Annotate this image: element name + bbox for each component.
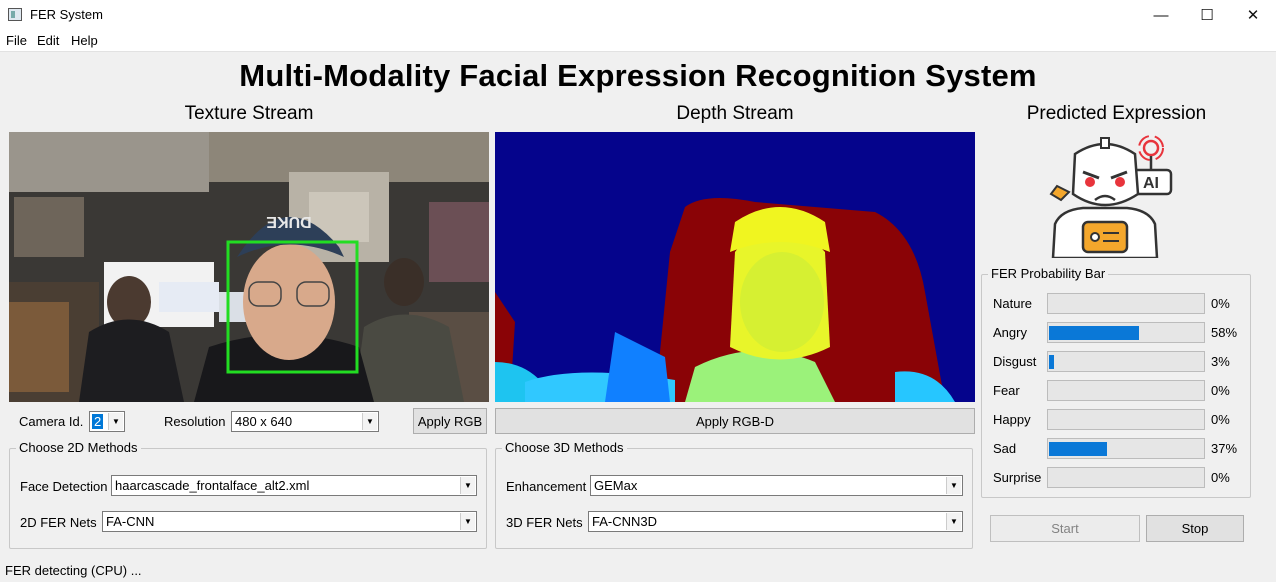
prob-pct-sad: 37% [1211, 441, 1238, 456]
prob-bar-nature [1047, 293, 1205, 314]
texture-stream-image: DUKE [9, 132, 489, 402]
start-button[interactable]: Start [990, 515, 1140, 542]
chevron-down-icon: ▼ [460, 477, 475, 494]
maximize-icon: ☐ [1200, 7, 1214, 24]
menu-file[interactable]: File [6, 33, 27, 48]
prob-bar-sad [1047, 438, 1205, 459]
enhancement-select[interactable]: GEMax ▼ [590, 475, 963, 496]
maximize-button[interactable]: ☐ [1184, 0, 1230, 30]
methods-3d-group: Choose 3D Methods Enhancement GEMax ▼ 3D… [495, 440, 973, 549]
fer-probability-group: FER Probability Bar Nature 0% Angry 58% Disg… [981, 266, 1251, 498]
resolution-label: Resolution [164, 414, 226, 429]
menu-help[interactable]: Help [71, 33, 98, 48]
prob-label-angry: Angry [993, 325, 1027, 340]
chevron-down-icon: ▼ [362, 413, 377, 430]
prob-bar-happy [1047, 409, 1205, 430]
prob-bar-fear [1047, 380, 1205, 401]
apply-rgbd-button[interactable]: Apply RGB-D [495, 408, 975, 434]
chevron-down-icon: ▼ [946, 477, 961, 494]
prob-label-fear: Fear [993, 383, 1020, 398]
prob-label-disgust: Disgust [993, 354, 1037, 369]
close-icon: ✕ [1246, 7, 1260, 24]
prob-pct-nature: 0% [1211, 296, 1230, 311]
predicted-expression-title: Predicted Expression [1026, 103, 1207, 124]
prob-fill-disgust [1049, 355, 1054, 369]
app-icon [8, 8, 22, 21]
depth-stream-title: Depth Stream [676, 103, 794, 124]
face-detection-select[interactable]: haarcascade_frontalface_alt2.xml ▼ [111, 475, 477, 496]
prob-pct-surprise: 0% [1211, 470, 1230, 485]
prob-pct-angry: 58% [1211, 325, 1238, 340]
prob-pct-disgust: 3% [1211, 354, 1230, 369]
fer-2d-net-label: 2D FER Nets [20, 515, 97, 530]
camera-id-label: Camera Id. [19, 414, 84, 429]
chevron-down-icon: ▼ [946, 513, 961, 530]
prediction-icon-area: AI [1043, 134, 1173, 260]
fer-3d-net-select[interactable]: FA-CNN3D ▼ [588, 511, 963, 532]
main-title: Multi-Modality Facial Expression Recogni… [239, 58, 1037, 93]
texture-stream-view: DUKE [9, 132, 489, 402]
methods-3d-title: Choose 3D Methods [502, 440, 627, 455]
prob-fill-sad [1049, 442, 1107, 456]
status-text: FER detecting (CPU) ... [5, 563, 142, 578]
status-bar: FER detecting (CPU) ... [0, 560, 1276, 582]
texture-stream-title: Texture Stream [184, 103, 314, 124]
fer-2d-net-select[interactable]: FA-CNN ▼ [102, 511, 477, 532]
prob-bar-surprise [1047, 467, 1205, 488]
prob-label-happy: Happy [993, 412, 1031, 427]
prob-label-nature: Nature [993, 296, 1033, 311]
close-button[interactable]: ✕ [1230, 0, 1276, 30]
fer-probability-title: FER Probability Bar [988, 266, 1109, 281]
cap-logo: DUKE [266, 213, 312, 230]
title-bar: FER System — ☐ ✕ [0, 0, 1276, 30]
prob-fill-angry [1049, 326, 1139, 340]
window-title: FER System [30, 7, 103, 22]
stop-button[interactable]: Stop [1146, 515, 1244, 542]
prob-bar-disgust [1047, 351, 1205, 372]
angry-robot-icon: AI [1049, 135, 1173, 260]
depth-stream-view [495, 132, 975, 402]
apply-rgb-button[interactable]: Apply RGB [413, 408, 487, 434]
ai-badge: AI [1143, 175, 1159, 192]
camera-id-select[interactable]: 2 ▼ [89, 411, 125, 432]
face-detection-label: Face Detection [20, 479, 108, 494]
chevron-down-icon: ▼ [108, 413, 123, 430]
prob-label-sad: Sad [993, 441, 1017, 456]
menu-bar: File Edit Help [0, 30, 1276, 52]
prob-pct-happy: 0% [1211, 412, 1230, 427]
methods-2d-title: Choose 2D Methods [16, 440, 141, 455]
depth-stream-image [495, 132, 975, 402]
minimize-button[interactable]: — [1138, 0, 1184, 30]
enhancement-label: Enhancement [506, 479, 587, 494]
fer-3d-net-label: 3D FER Nets [506, 515, 583, 530]
resolution-select[interactable]: 480 x 640 ▼ [231, 411, 379, 432]
methods-2d-group: Choose 2D Methods Face Detection haarcas… [9, 440, 487, 549]
prob-label-surprise: Surprise [993, 470, 1042, 485]
chevron-down-icon: ▼ [460, 513, 475, 530]
menu-edit[interactable]: Edit [37, 33, 59, 48]
prob-pct-fear: 0% [1211, 383, 1230, 398]
minimize-icon: — [1153, 6, 1169, 24]
prob-bar-angry [1047, 322, 1205, 343]
